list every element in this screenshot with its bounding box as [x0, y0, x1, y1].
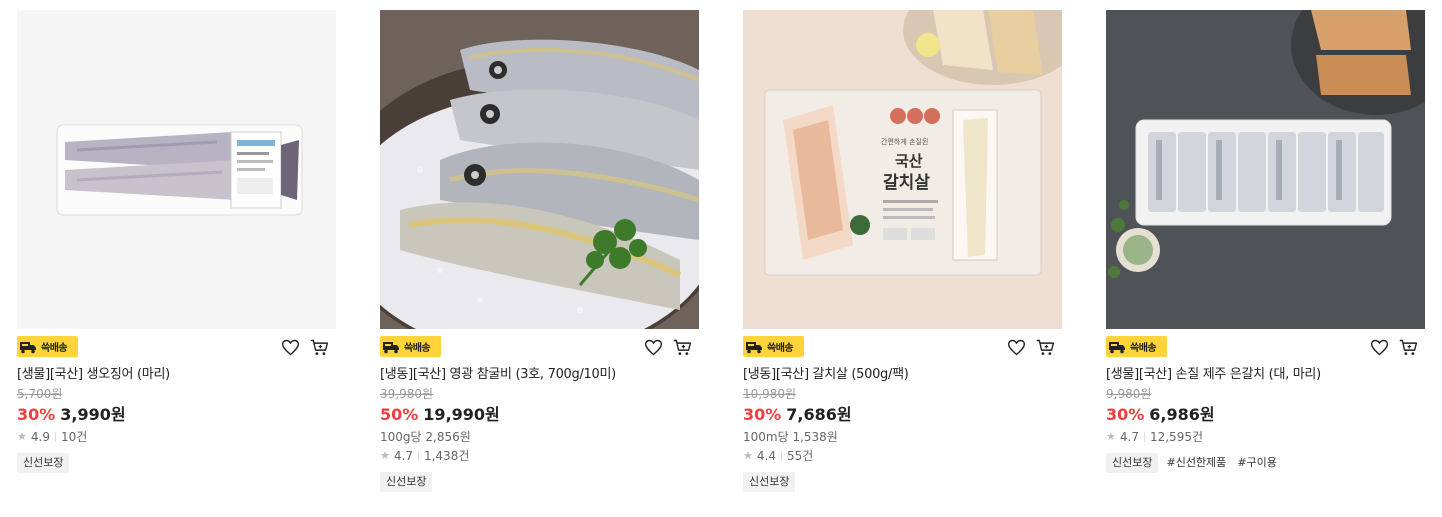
divider — [417, 451, 419, 461]
rating-value: 4.7 — [1119, 430, 1139, 444]
card-actions: 쓱배송 — [17, 330, 336, 360]
product-image[interactable] — [17, 10, 336, 329]
sale-price: 19,990원 — [423, 405, 500, 424]
original-price: 10,980원 — [743, 387, 797, 401]
truck-icon — [1109, 341, 1125, 353]
delivery-badge: 쓱배송 — [380, 336, 441, 357]
delivery-badge: 쓱배송 — [17, 336, 78, 357]
original-price: 5,700원 — [17, 387, 63, 401]
heart-icon[interactable] — [280, 337, 301, 358]
rating-value: 4.7 — [393, 449, 413, 463]
card-actions: 쓱배송 — [380, 330, 699, 360]
product-image[interactable] — [380, 10, 699, 329]
tag-list: 신선보장 — [380, 472, 699, 492]
package-title-line2: 갈치살 — [883, 173, 930, 193]
cart-icon[interactable] — [672, 337, 693, 358]
product-card[interactable]: 쓱배송 [냉동][국산] 영광 참굴비 (3호, 700g/10미) 39,98… — [380, 10, 699, 492]
sale-price: 7,686원 — [786, 405, 852, 424]
rating-row: ★ 4.4 55건 — [743, 448, 1062, 464]
card-actions: 쓱배송 — [1106, 330, 1425, 360]
tag: 신선보장 — [17, 453, 70, 473]
price-row: 30% 3,990원 — [17, 404, 336, 426]
rating-row: ★ 4.9 10건 — [17, 429, 336, 445]
sale-price: 3,990원 — [60, 405, 126, 424]
product-image[interactable]: 간편하게 손질된 국산 갈치살 — [743, 10, 1062, 329]
badge-label: 쓱배송 — [1130, 343, 1157, 354]
croaker-image — [380, 10, 699, 329]
tag: 신선보장 — [1106, 453, 1159, 473]
hashtag[interactable]: #구이용 — [1234, 453, 1280, 473]
price-row: 30% 7,686원 — [743, 404, 1062, 426]
unit-price: 100g당 2,856원 — [380, 430, 471, 444]
discount-rate: 50% — [380, 405, 419, 424]
review-count: 12,595건 — [1149, 430, 1203, 444]
discount-rate: 30% — [17, 405, 56, 424]
delivery-badge: 쓱배송 — [1106, 336, 1167, 357]
product-card[interactable]: 간편하게 손질된 국산 갈치살 쓱배송 [냉동][국산] 갈치살 (500g/팩… — [743, 10, 1062, 492]
heart-icon[interactable] — [643, 337, 664, 358]
heart-icon[interactable] — [1006, 337, 1027, 358]
product-name[interactable]: [냉동][국산] 갈치살 (500g/팩) — [743, 365, 1062, 385]
rating-row: ★ 4.7 12,595건 — [1106, 429, 1425, 445]
cart-icon[interactable] — [309, 337, 330, 358]
truck-icon — [20, 341, 36, 353]
silver-hairtail-image — [1106, 10, 1425, 329]
product-image[interactable] — [1106, 10, 1425, 329]
product-name[interactable]: [생물][국산] 손질 제주 은갈치 (대, 마리) — [1106, 365, 1425, 385]
original-price: 9,980원 — [1106, 387, 1152, 401]
review-count: 10건 — [60, 430, 88, 444]
star-icon: ★ — [1106, 430, 1116, 443]
discount-rate: 30% — [743, 405, 782, 424]
tag: 신선보장 — [743, 472, 796, 492]
delivery-badge: 쓱배송 — [743, 336, 804, 357]
tag-list: 신선보장 #신선한제품 #구이용 — [1106, 453, 1425, 473]
package-subtitle: 간편하게 손질된 — [881, 137, 928, 146]
squid-image — [17, 10, 336, 329]
price-row: 50% 19,990원 — [380, 404, 699, 426]
hairtail-fillet-image: 간편하게 손질된 국산 갈치살 — [743, 10, 1062, 329]
divider — [1143, 432, 1145, 442]
badge-label: 쓱배송 — [41, 343, 68, 354]
product-card[interactable]: 쓱배송 [생물][국산] 손질 제주 은갈치 (대, 마리) 9,980원 30… — [1106, 10, 1425, 473]
badge-label: 쓱배송 — [767, 343, 794, 354]
tag: 신선보장 — [380, 472, 433, 492]
divider — [54, 432, 56, 442]
divider — [780, 451, 782, 461]
card-actions: 쓱배송 — [743, 330, 1062, 360]
heart-icon[interactable] — [1369, 337, 1390, 358]
package-title-line1: 국산 — [895, 152, 923, 170]
product-name[interactable]: [냉동][국산] 영광 참굴비 (3호, 700g/10미) — [380, 365, 699, 385]
truck-icon — [746, 341, 762, 353]
product-card[interactable]: 쓱배송 [생물][국산] 생오징어 (마리) 5,700원 30% 3,990원 … — [17, 10, 336, 473]
rating-value: 4.9 — [30, 430, 50, 444]
review-count: 1,438건 — [423, 449, 470, 463]
rating-row: ★ 4.7 1,438건 — [380, 448, 699, 464]
tag-list: 신선보장 — [743, 472, 1062, 492]
product-name[interactable]: [생물][국산] 생오징어 (마리) — [17, 365, 336, 385]
review-count: 55건 — [786, 449, 814, 463]
badge-label: 쓱배송 — [404, 343, 431, 354]
cart-icon[interactable] — [1035, 337, 1056, 358]
price-row: 30% 6,986원 — [1106, 404, 1425, 426]
star-icon: ★ — [743, 449, 753, 462]
discount-rate: 30% — [1106, 405, 1145, 424]
star-icon: ★ — [380, 449, 390, 462]
star-icon: ★ — [17, 430, 27, 443]
unit-price: 100m당 1,538원 — [743, 430, 838, 444]
sale-price: 6,986원 — [1149, 405, 1215, 424]
cart-icon[interactable] — [1398, 337, 1419, 358]
original-price: 39,980원 — [380, 387, 434, 401]
tag-list: 신선보장 — [17, 453, 336, 473]
hashtag[interactable]: #신선한제품 — [1163, 453, 1229, 473]
rating-value: 4.4 — [756, 449, 776, 463]
truck-icon — [383, 341, 399, 353]
